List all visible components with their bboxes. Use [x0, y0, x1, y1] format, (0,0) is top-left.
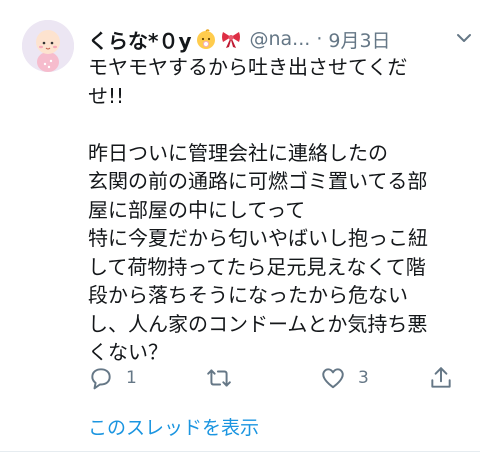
- retweet-button[interactable]: [206, 365, 244, 391]
- tweet-text-line: し、人ん家のコンドームとか気持ち悪: [88, 311, 428, 336]
- show-thread-link[interactable]: このスレッドを表示: [88, 413, 259, 440]
- tweet-text-line: して荷物持ってたら足元見えなくて階: [88, 254, 426, 279]
- baby-emoji-icon: [195, 28, 217, 50]
- heart-icon: [322, 368, 344, 389]
- like-count: 3: [358, 368, 369, 388]
- tweet-text-line: [88, 110, 468, 139]
- tweet-text-line: 段から落ちそうになったから危ない: [88, 283, 408, 307]
- chevron-down-icon[interactable]: [456, 30, 472, 46]
- reply-count: 1: [126, 368, 137, 388]
- tweet-text: モヤモヤするから吐き出させてくだ せ!! 昨日ついに管理会社に連絡したの 玄関の…: [88, 53, 468, 367]
- tweet-text-line: 特に今夏だから匂いやばいし抱っこ紐: [88, 226, 428, 250]
- tweet-header: くらな*０y @na... · 9月3日: [88, 24, 472, 54]
- tweet-text-line: くない？: [88, 340, 168, 364]
- tweet-text-line: せ!!: [88, 83, 125, 108]
- tweet-text-line: モヤモヤするから吐き出させてくだ: [88, 55, 408, 79]
- share-button[interactable]: [428, 365, 454, 391]
- tweet-text-line: 玄関の前の通路に可燃ゴミ置いてる部: [88, 169, 428, 193]
- avatar[interactable]: [22, 20, 74, 72]
- user-handle[interactable]: @na...: [250, 28, 311, 50]
- reply-icon: [91, 368, 111, 390]
- tweet-date[interactable]: 9月3日: [328, 26, 390, 53]
- tweet-text-line: 屋に部屋の中にしてって: [88, 197, 306, 222]
- tweet-actions: 1 3: [88, 365, 458, 395]
- baby-avatar-illustration: [22, 20, 74, 72]
- display-name[interactable]: くらな*０y: [88, 25, 192, 54]
- share-icon: [431, 367, 451, 388]
- like-button[interactable]: 3: [320, 365, 369, 391]
- separator-dot: ·: [316, 28, 323, 50]
- reply-button[interactable]: 1: [88, 365, 137, 391]
- tweet-text-line: 昨日ついに管理会社に連絡したの: [88, 140, 388, 165]
- retweet-icon: [207, 369, 231, 387]
- ribbon-emoji-icon: [220, 28, 242, 50]
